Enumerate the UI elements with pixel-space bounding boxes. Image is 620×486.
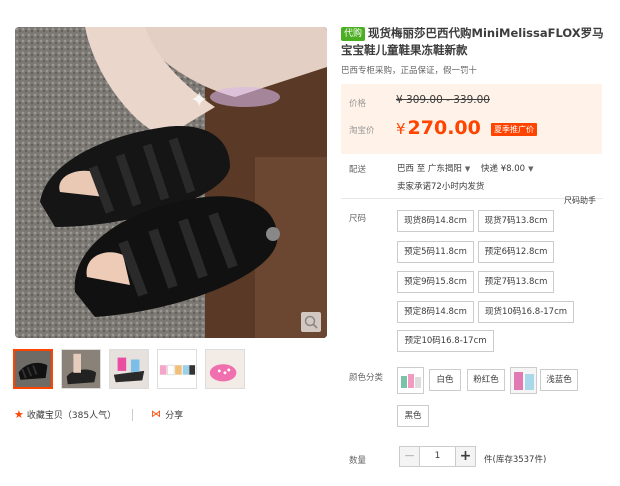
zoom-button[interactable] [301, 312, 321, 332]
shipping-info: 巴西 至 广东揭阳 ▼ 快递 ¥8.00 ▼ [397, 162, 541, 174]
color-swatch-image[interactable] [397, 367, 424, 394]
share-icon: ⋈ [151, 409, 162, 420]
thumbnail-4[interactable] [157, 349, 197, 389]
color-option-white[interactable]: 白色 [429, 369, 461, 391]
price-label: 价格 [349, 99, 367, 109]
social-actions: ★ 收藏宝贝 （385人气） ⋈ 分享 [14, 408, 183, 421]
share-link[interactable]: 分享 [165, 408, 183, 421]
favorite-count: （385人气） [62, 411, 117, 421]
main-product-image[interactable]: ✦ [15, 27, 327, 338]
original-price: ¥ 309.00 - 339.00 [396, 94, 490, 106]
color-label: 颜色分类 [349, 373, 384, 383]
size-label: 尺码 [349, 214, 367, 224]
ship-to-dropdown[interactable]: 广东揭阳 ▼ [428, 164, 478, 174]
size-option[interactable]: 预定6码12.8cm [478, 241, 554, 263]
star-icon: ★ [14, 408, 24, 421]
favorite-link[interactable]: 收藏宝贝 [27, 408, 63, 421]
thumbnail-2[interactable] [61, 349, 101, 389]
thumbnail-5[interactable] [205, 349, 245, 389]
ship-to: 广东揭阳 [427, 164, 462, 174]
delivery-promise: 卖家承诺72小时内发货 [397, 182, 485, 192]
sandal-photo: ✦ [15, 27, 327, 338]
search-icon [304, 315, 318, 329]
express-dropdown[interactable]: 快递 ¥8.00 ▼ [481, 164, 541, 174]
size-option[interactable]: 预定8码14.8cm [397, 301, 474, 323]
quantity-minus-button[interactable]: − [399, 446, 420, 467]
currency-symbol: ¥ [396, 120, 406, 138]
shipping-label: 配送 [349, 165, 367, 175]
quantity-input[interactable]: 1 [420, 446, 455, 467]
current-price-value: 270.00 [407, 117, 481, 139]
chevron-down-icon: ▼ [464, 165, 471, 173]
svg-text:✦: ✦ [190, 88, 208, 113]
color-option-light-blue[interactable]: 浅蓝色 [540, 369, 578, 391]
size-option[interactable]: 预定7码13.8cm [478, 271, 554, 293]
quantity-label: 数量 [349, 456, 367, 466]
daigou-tag: 代购 [341, 27, 366, 41]
current-price: ¥270.00 [396, 117, 481, 139]
ship-from: 巴西 至 [397, 164, 426, 174]
color-swatch-image[interactable] [510, 367, 537, 394]
product-title-text: 现货梅丽莎巴西代购MiniMelissaFLOX罗马宝宝鞋儿童鞋果冻鞋新款 [341, 26, 604, 57]
size-option[interactable]: 现货7码13.8cm [478, 210, 554, 232]
promo-badge: 夏季推广价 [491, 123, 537, 136]
taobao-price-label: 淘宝价 [349, 126, 375, 136]
stock-info: 件(库存3537件) [484, 455, 547, 465]
size-option[interactable]: 预定9码15.8cm [397, 271, 474, 293]
thumbnail-3[interactable] [109, 349, 149, 389]
size-option[interactable]: 现货8码14.8cm [397, 210, 474, 232]
size-helper-link[interactable]: 尺码助手 [564, 195, 596, 206]
product-title: 代购 现货梅丽莎巴西代购MiniMelissaFLOX罗马宝宝鞋儿童鞋果冻鞋新款 [341, 25, 611, 59]
quantity-plus-button[interactable]: + [455, 446, 476, 467]
price-box: 价格 ¥ 309.00 - 339.00 淘宝价 ¥270.00 夏季推广价 [341, 84, 602, 154]
thumbnail-strip [13, 349, 245, 389]
color-option-black[interactable]: 黑色 [397, 405, 429, 427]
express-fee: 快递 ¥8.00 [481, 164, 526, 174]
size-option[interactable]: 预定10码16.8-17cm [397, 330, 494, 352]
color-option-pink[interactable]: 粉红色 [467, 369, 505, 391]
product-subtitle: 巴西专柜采购，正品保证，假一罚十 [341, 66, 478, 76]
thumbnail-1[interactable] [13, 349, 53, 389]
size-option[interactable]: 现货10码16.8-17cm [478, 301, 574, 323]
size-option[interactable]: 预定5码11.8cm [397, 241, 474, 263]
chevron-down-icon: ▼ [528, 165, 534, 173]
divider [132, 408, 134, 421]
